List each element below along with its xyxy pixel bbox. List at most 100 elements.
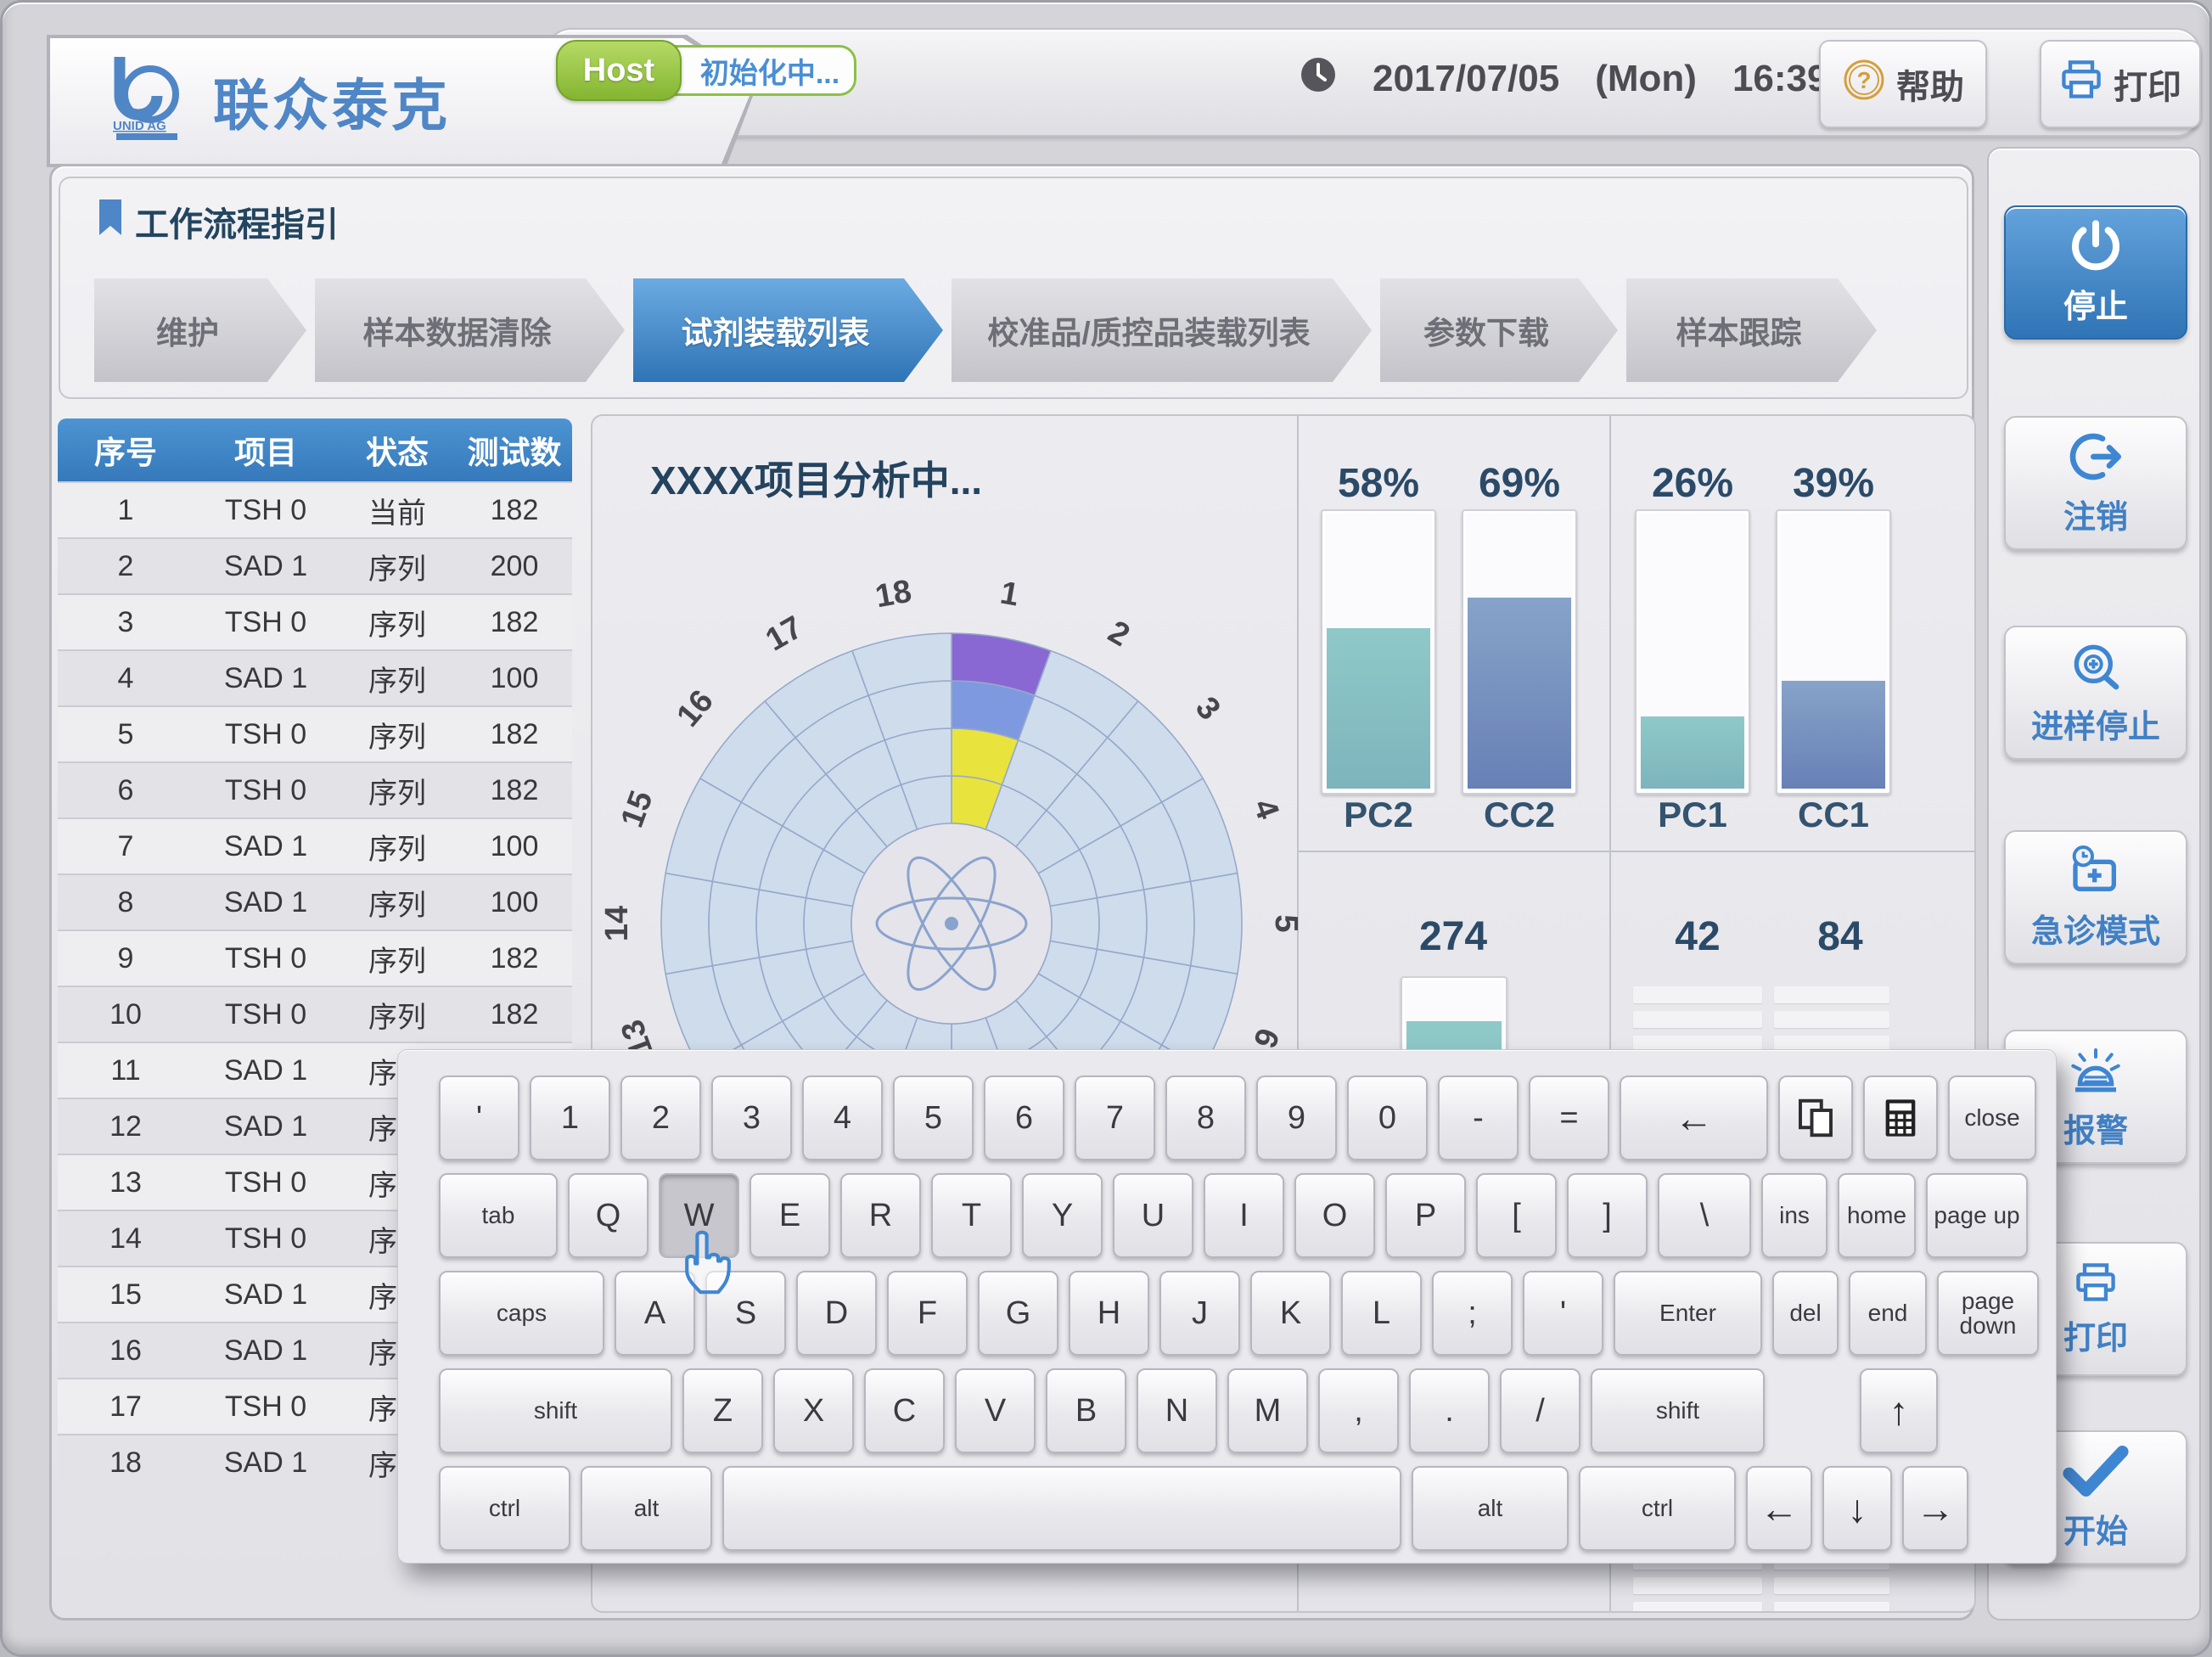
arrow-down-key[interactable]: ↓ [1822,1466,1892,1551]
key-7[interactable]: 7 [1075,1076,1155,1160]
key-tab[interactable]: tab [439,1173,558,1258]
key-page down[interactable]: page down [1937,1271,2039,1356]
key-C[interactable]: C [864,1368,945,1453]
key-5[interactable]: 5 [893,1076,974,1160]
key-X[interactable]: X [773,1368,854,1453]
gauge-axis-label: CC1 [1776,795,1891,835]
key-3[interactable]: 3 [711,1076,792,1160]
table-row[interactable]: 9TSH 0序列182 [58,930,572,986]
table-row[interactable]: 4SAD 1序列100 [58,649,572,705]
key-1[interactable]: 1 [530,1076,610,1160]
key-O[interactable]: O [1294,1173,1375,1258]
key-alt[interactable]: alt [581,1466,712,1551]
key-2[interactable]: 2 [620,1076,701,1160]
table-cell: 15 [58,1278,194,1312]
key-4[interactable]: 4 [802,1076,883,1160]
help-button[interactable]: ? 帮助 [1819,40,1987,128]
key-M[interactable]: M [1227,1368,1308,1453]
key-G[interactable]: G [978,1271,1058,1356]
key-R[interactable]: R [840,1173,921,1258]
key-J[interactable]: J [1159,1271,1240,1356]
key-label: A [644,1295,665,1332]
table-row[interactable]: 6TSH 0序列182 [58,761,572,817]
key-6[interactable]: 6 [984,1076,1064,1160]
table-row[interactable]: 3TSH 0序列182 [58,593,572,649]
arrow-right-key[interactable]: → [1902,1466,1968,1551]
key-V[interactable]: V [955,1368,1036,1453]
key-N[interactable]: N [1137,1368,1217,1453]
workflow-step-6[interactable]: 样本跟踪 [1626,278,1877,382]
key-ins[interactable]: ins [1761,1173,1827,1258]
workflow-step-5[interactable]: 参数下载 [1380,278,1618,382]
key-ctrl[interactable]: ctrl [1579,1466,1736,1551]
key-\[interactable]: \ [1658,1173,1751,1258]
sidebar-button-sample-stop[interactable]: 进样停止 [2004,626,2187,760]
key-Y[interactable]: Y [1022,1173,1103,1258]
key-9[interactable]: 9 [1256,1076,1337,1160]
key-page up[interactable]: page up [1926,1173,2028,1258]
print-button[interactable]: 打印 [2040,40,2201,128]
key-I[interactable]: I [1204,1173,1284,1258]
workflow-step-4[interactable]: 校准品/质控品装载列表 [952,278,1372,382]
gauge-CC1 [1776,509,1891,795]
workflow-step-2[interactable]: 样本数据清除 [315,278,625,382]
key-,[interactable]: , [1318,1368,1399,1453]
key-alt[interactable]: alt [1412,1466,1569,1551]
key-;[interactable]: ; [1432,1271,1513,1356]
key-T[interactable]: T [931,1173,1012,1258]
key-E[interactable]: E [749,1173,830,1258]
key-D[interactable]: D [796,1271,877,1356]
close-key[interactable]: close [1948,1076,2036,1160]
key--[interactable]: - [1438,1076,1519,1160]
key-Enter[interactable]: Enter [1614,1271,1762,1356]
key-shift[interactable]: shift [439,1368,672,1453]
gauge-PC1 [1635,509,1750,795]
key-B[interactable]: B [1046,1368,1126,1453]
workflow-step-1[interactable]: 维护 [94,278,306,382]
key-shift[interactable]: shift [1591,1368,1765,1453]
key-Z[interactable]: Z [682,1368,763,1453]
table-row[interactable]: 5TSH 0序列182 [58,705,572,761]
table-row[interactable]: 2SAD 1序列200 [58,537,572,593]
key-P[interactable]: P [1385,1173,1466,1258]
key-label: 3 [743,1100,761,1137]
key-8[interactable]: 8 [1165,1076,1246,1160]
table-row[interactable]: 10TSH 0序列182 [58,986,572,1042]
key-.[interactable]: . [1409,1368,1490,1453]
sidebar-button-emergency-mode[interactable]: 急诊模式 [2004,830,2187,964]
table-row[interactable]: 7SAD 1序列100 [58,817,572,873]
sidebar-button-logout[interactable]: 注销 [2004,416,2187,550]
key-caps[interactable]: caps [439,1271,604,1356]
key-][interactable]: ] [1567,1173,1648,1258]
arrow-left-key[interactable]: ← [1746,1466,1812,1551]
key-del[interactable]: del [1772,1271,1839,1356]
key-H[interactable]: H [1069,1271,1149,1356]
key-K[interactable]: K [1250,1271,1331,1356]
key-0[interactable]: 0 [1347,1076,1428,1160]
backspace-key[interactable]: ← [1620,1076,1768,1160]
table-cell: 8 [58,886,194,919]
space-key[interactable] [722,1466,1401,1551]
switch-window-key[interactable] [1778,1076,1853,1160]
table-row[interactable]: 8SAD 1序列100 [58,873,572,930]
key-L[interactable]: L [1341,1271,1422,1356]
key-[[interactable]: [ [1476,1173,1557,1258]
sidebar-button-power[interactable]: 停止 [2004,205,2187,340]
key-end[interactable]: end [1849,1271,1927,1356]
alarm-icon [2069,1043,2123,1098]
key-U[interactable]: U [1113,1173,1193,1258]
virtual-keyboard[interactable]: '1234567890-=←closetabQWERTYUIOP[]\insho… [397,1049,2057,1564]
arrow-up-key[interactable]: ↑ [1860,1368,1938,1453]
table-row[interactable]: 1TSH 0当前182 [58,481,572,537]
workflow-step-3[interactable]: 试剂装载列表 [633,278,943,382]
key-F[interactable]: F [887,1271,968,1356]
key-=[interactable]: = [1529,1076,1609,1160]
key-/[interactable]: / [1500,1368,1580,1453]
key-ctrl[interactable]: ctrl [439,1466,570,1551]
calculator-key[interactable] [1863,1076,1938,1160]
gauge-percent-label: 39% [1766,460,1901,507]
key-'[interactable]: ' [439,1076,519,1160]
key-home[interactable]: home [1838,1173,1916,1258]
key-Q[interactable]: Q [568,1173,648,1258]
key-'[interactable]: ' [1523,1271,1603,1356]
